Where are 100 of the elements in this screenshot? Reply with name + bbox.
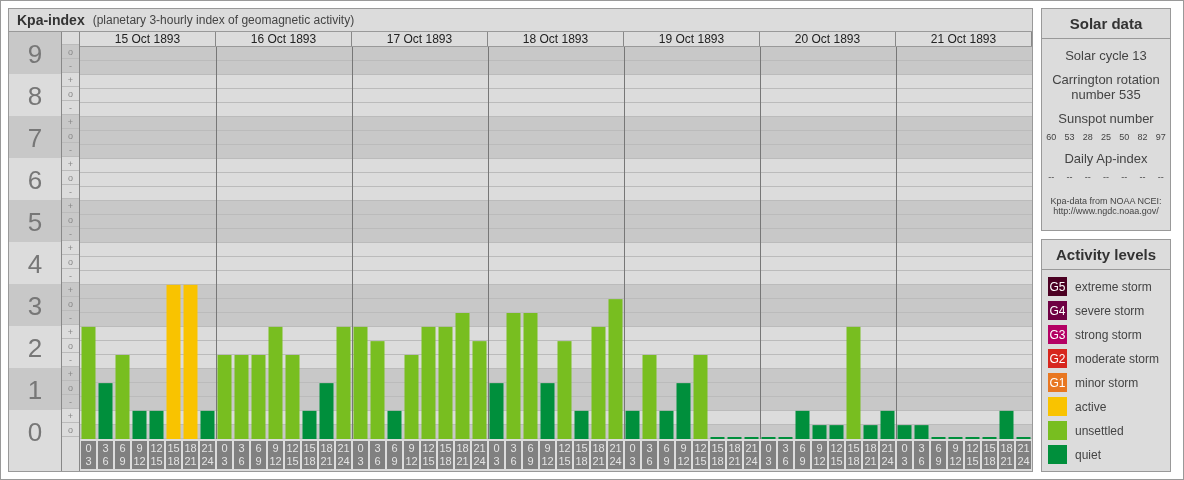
hour-label: 18 21	[183, 441, 198, 469]
ap-value: --	[1103, 172, 1109, 182]
hour-label: 18 21	[319, 441, 334, 469]
kp-bar	[829, 425, 844, 439]
hour-label: 0 3	[217, 441, 232, 469]
y-axis-label: 1	[27, 375, 43, 404]
hour-label: 15 18	[710, 441, 725, 469]
hour-label: 12 15	[693, 441, 708, 469]
sub-scale-label: o	[68, 424, 73, 435]
hour-label: 3 6	[506, 441, 521, 469]
carrington-rotation: Carrington rotation number 535	[1051, 72, 1161, 102]
hour-label: 15 18	[166, 441, 181, 469]
level-swatch: G2	[1048, 349, 1067, 368]
hour-label: 6 9	[659, 441, 674, 469]
hour-label: 21 24	[336, 441, 351, 469]
y-axis-label: 0	[27, 417, 43, 446]
date-header: 18 Oct 1893	[488, 32, 624, 46]
kp-bar	[319, 383, 334, 439]
hour-label: 9 12	[268, 441, 283, 469]
kp-bar	[999, 410, 1014, 439]
sub-scale-label: +	[67, 242, 74, 253]
date-header: 19 Oct 1893	[624, 32, 760, 46]
sub-scale-label: o	[68, 88, 73, 99]
sub-scale-label: +	[67, 368, 74, 379]
level-label: quiet	[1075, 447, 1102, 462]
kp-bar	[676, 383, 691, 439]
sub-scale-label: +	[67, 200, 74, 211]
sub-scale-label: -	[69, 102, 72, 113]
hour-label: 9 12	[404, 441, 419, 469]
kp-bar	[659, 410, 674, 439]
hour-label: 21 24	[880, 441, 895, 469]
ap-label: Daily Ap-index	[1064, 151, 1148, 166]
level-swatch: G5	[1048, 277, 1067, 296]
kp-bar	[812, 425, 827, 439]
hour-label: 0 3	[897, 441, 912, 469]
y-axis-label: 3	[27, 291, 43, 320]
y-axis-label: 7	[27, 123, 43, 152]
kp-bar	[387, 410, 402, 439]
hour-label: 9 12	[540, 441, 555, 469]
level-swatch: G3	[1048, 325, 1067, 344]
hour-label: 15 18	[438, 441, 453, 469]
hour-label: 6 9	[115, 441, 130, 469]
hour-label: 21 24	[1016, 441, 1031, 469]
hour-label: 18 21	[455, 441, 470, 469]
sunspot-label: Sunspot number	[1058, 111, 1154, 126]
level-label: unsettled	[1075, 423, 1124, 438]
panel-title: Solar data	[1042, 9, 1170, 39]
hour-label: 9 12	[948, 441, 963, 469]
kp-bar	[149, 410, 164, 439]
hour-label: 6 9	[931, 441, 946, 469]
date-header: 21 Oct 1893	[896, 32, 1032, 46]
hour-label: 15 18	[574, 441, 589, 469]
sunspot-value: 97	[1155, 132, 1166, 142]
sub-scale-label: +	[67, 116, 74, 127]
sub-scale-label: -	[69, 354, 72, 365]
kp-bar	[574, 410, 589, 439]
level-swatch: G1	[1048, 373, 1067, 392]
hour-label: 3 6	[778, 441, 793, 469]
hour-label: 12 15	[965, 441, 980, 469]
kp-bar	[863, 425, 878, 439]
kp-bar	[200, 410, 215, 439]
sunspot-value: 25	[1100, 132, 1111, 142]
hour-label: 0 3	[353, 441, 368, 469]
ap-value: --	[1157, 172, 1164, 182]
level-swatch: G4	[1048, 301, 1067, 320]
date-header: 15 Oct 1893	[80, 32, 216, 46]
level-label: severe storm	[1075, 303, 1145, 318]
panel-title: Activity levels	[1042, 240, 1170, 270]
y-axis-label: 4	[27, 249, 43, 278]
hour-label: 15 18	[982, 441, 997, 469]
y-axis-label: 8	[27, 81, 43, 110]
hour-label: 12 15	[149, 441, 164, 469]
level-label: extreme storm	[1075, 279, 1152, 294]
date-header: 20 Oct 1893	[760, 32, 896, 46]
ap-value: --	[1048, 172, 1055, 182]
hour-label: 12 15	[557, 441, 572, 469]
sub-scale-label: o	[68, 256, 73, 267]
hour-label: 12 15	[421, 441, 436, 469]
level-label: strong storm	[1075, 327, 1142, 342]
sub-scale-label: +	[67, 410, 74, 421]
level-label: moderate storm	[1075, 351, 1160, 366]
sub-scale-label: o	[68, 340, 73, 351]
hour-label: 9 12	[132, 441, 147, 469]
ap-value: --	[1139, 172, 1146, 182]
hour-label: 3 6	[234, 441, 249, 469]
y-axis-label: 5	[27, 207, 43, 236]
ap-value: --	[1066, 172, 1073, 182]
sub-scale-label: -	[69, 60, 72, 71]
hour-label: 21 24	[472, 441, 487, 469]
hour-label: 3 6	[98, 441, 113, 469]
ap-value: --	[1084, 172, 1091, 182]
panel-subtitle: (planetary 3-hourly index of geomagnetic activity)	[92, 13, 355, 27]
sub-scale-label: -	[69, 270, 72, 281]
date-header: 16 Oct 1893	[216, 32, 352, 46]
hour-label: 0 3	[761, 441, 776, 469]
hour-label: 18 21	[591, 441, 606, 469]
hour-label: 12 15	[829, 441, 844, 469]
hour-label: 18 21	[863, 441, 878, 469]
sunspot-value: 28	[1082, 132, 1093, 142]
date-header: 17 Oct 1893	[352, 32, 488, 46]
